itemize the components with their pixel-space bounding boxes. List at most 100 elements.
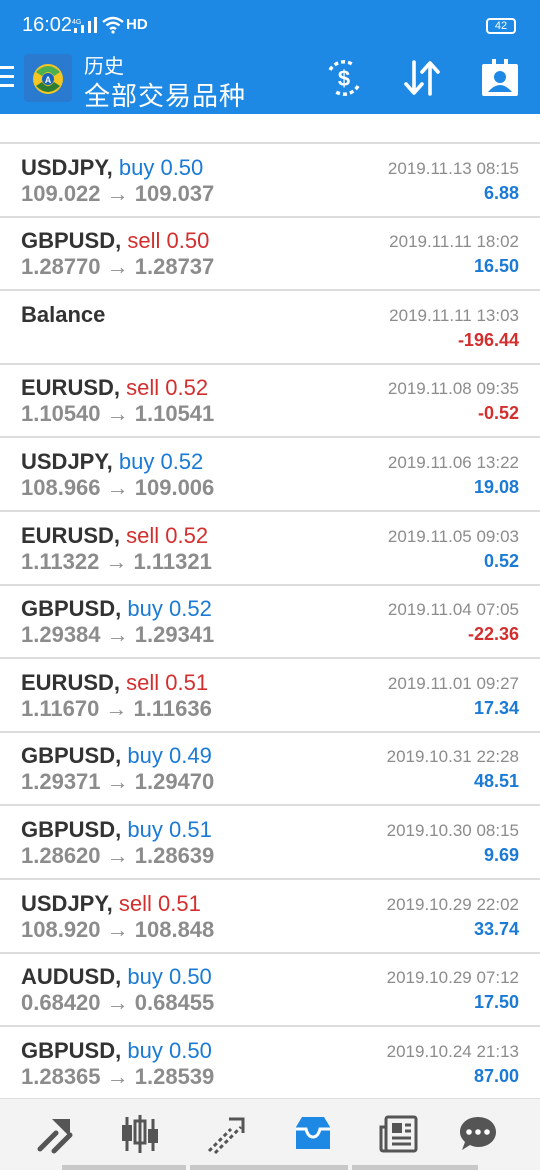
trade-volume: 0.52 [165,522,209,548]
trade-profit: 9.69 [483,845,519,865]
trade-date: 2019.11.11 13:03 [389,305,519,325]
trade-symbol: EURUSD, [21,375,121,401]
trade-icon[interactable] [205,1113,247,1155]
trade-prices: 1.28365 → 1.28539 [21,1063,215,1089]
trade-side: buy [127,596,163,622]
trade-symbol: EURUSD, [21,669,121,695]
trade-row[interactable]: EURUSD, sell 0.52 1.10540 → 1.10541 2019.1… [0,365,540,439]
trade-row[interactable]: GBPUSD, buy 0.49 1.29371 → 1.29470 2019.10… [0,733,540,807]
wifi-icon [102,16,124,34]
trade-volume: 0.51 [165,669,209,695]
news-icon[interactable] [378,1113,420,1155]
trade-side: buy [127,964,163,990]
trade-row[interactable]: USDJPY, buy 0.50 109.022 → 109.037 2019.11… [0,145,540,218]
trade-date: 2019.10.24 21:13 [386,1041,519,1061]
trade-summary: Balance [21,302,105,328]
nav-tab-indicator [62,1165,186,1170]
trade-volume: 0.52 [160,449,204,474]
trade-symbol: USDJPY, [21,449,113,474]
trade-row[interactable]: 0.98929 → 0.9898025.76 [0,114,540,144]
nav-tab-indicator [352,1165,478,1170]
account-icon[interactable] [478,56,522,100]
trade-symbol: AUDUSD, [21,964,122,990]
trade-summary: GBPUSD, buy 0.51 [21,817,212,843]
trade-symbol: EURUSD, [21,522,121,548]
trade-row[interactable]: AUDUSD, buy 0.50 0.68420 → 0.68455 2019.10… [0,954,540,1028]
trade-summary: USDJPY, buy 0.50 [21,155,203,181]
trade-volume: 0.50 [168,964,212,990]
trade-prices: 1.29384 → 1.29341 [21,622,215,648]
trade-date: 2019.10.29 22:02 [386,894,519,914]
trade-history-list[interactable]: 0.98929 → 0.9898025.76USDJPY, buy 0.5010… [0,114,540,1098]
balance-row[interactable]: Balance 2019.11.11 13:03 -196.44 [0,292,540,365]
trade-row[interactable]: EURUSD, sell 0.51 1.11670 → 1.11636 2019.1… [0,660,540,733]
trade-row[interactable]: EURUSD, sell 0.52 1.11322 → 1.11321 2019.1… [0,513,540,586]
trade-volume: 0.50 [166,228,210,254]
quotes-icon[interactable] [34,1113,76,1155]
bottom-navigation [0,1098,540,1170]
trade-date: 2019.11.05 09:03 [387,526,519,546]
trade-summary: GBPUSD, buy 0.49 [21,743,212,769]
trade-profit: -0.52 [477,403,519,424]
trade-side: sell [118,890,152,916]
menu-icon[interactable] [0,63,16,91]
trade-profit: 16.50 [473,256,519,277]
chart-candles-icon[interactable] [119,1113,161,1155]
trade-row[interactable]: GBPUSD, buy 0.50 1.28365 → 1.28539 2019.10… [0,1028,540,1098]
trade-date: 2019.11.13 08:15 [387,158,519,178]
metatrader-logo[interactable]: A [24,54,72,102]
trade-row[interactable]: GBPUSD, buy 0.52 1.29384 → 1.29341 2019.11… [0,586,540,660]
nav-tab-indicator [190,1165,348,1170]
trade-prices: 1.28770 → 1.28737 [21,254,215,280]
trade-symbol: GBPUSD, [21,743,122,769]
trade-prices: 109.022 → 109.037 [21,180,215,206]
trade-symbol: Balance [21,301,106,327]
trade-profit: 0.52 [483,550,519,571]
trade-date: 2019.10.31 22:28 [386,747,519,767]
trade-date: 2019.11.01 09:27 [387,673,519,693]
trade-symbol: GBPUSD, [21,817,122,842]
history-inbox-icon[interactable] [292,1113,334,1155]
trade-row[interactable]: GBPUSD, sell 0.50 1.28770 → 1.28737 2019.1… [0,218,540,292]
trade-symbol: USDJPY, [21,890,113,916]
trade-side: buy [118,449,155,474]
trade-volume: 0.50 [160,154,204,180]
trade-summary: USDJPY, buy 0.52 [21,449,203,475]
trade-profit: -22.36 [467,624,519,645]
svg-text:$: $ [338,66,350,91]
trade-prices: 1.10540 → 1.10541 [21,401,215,427]
status-bar: 16:02 4G HD 42 [0,0,540,44]
trade-date: 2019.10.29 07:12 [386,968,519,988]
trade-row[interactable]: USDJPY, sell 0.51 108.920 → 108.848 2019.1… [0,881,540,954]
trade-volume: 0.51 [168,817,212,842]
trade-volume: 0.52 [168,596,212,622]
sort-icon[interactable] [400,56,444,100]
status-time: 16:02 [22,14,73,36]
trade-side: buy [127,743,163,769]
app-bar: 16:02 4G HD 42 A 历史 全部交易品种 $ [0,0,540,114]
network-type: 4G [72,19,81,26]
trade-side: buy [127,1037,163,1063]
chat-icon[interactable] [457,1113,499,1155]
trade-symbol: GBPUSD, [21,1037,122,1063]
trade-date: 2019.11.04 07:05 [387,600,519,620]
trade-summary: EURUSD, sell 0.52 [21,523,208,549]
trade-row[interactable]: GBPUSD, buy 0.51 1.28620 → 1.28639 2019.10… [0,807,540,880]
trade-prices: 108.920 → 108.848 [21,916,215,942]
currency-exchange-icon[interactable]: $ [322,56,366,100]
trade-profit: 17.34 [473,697,519,718]
trade-prices: 1.29371 → 1.29470 [21,769,215,795]
trade-prices: 1.28620 → 1.28639 [21,843,215,868]
trade-side: sell [126,669,160,695]
symbol-filter[interactable]: 全部交易品种 [84,76,246,113]
trade-prices: 0.68420 → 0.68455 [21,990,215,1016]
trade-row[interactable]: USDJPY, buy 0.52 108.966 → 109.006 2019.11… [0,439,540,512]
trade-volume: 0.50 [168,1037,212,1063]
trade-volume: 0.52 [165,375,209,401]
battery-icon: 42 [486,18,516,34]
trade-profit: 19.08 [473,477,519,497]
trade-prices: 108.966 → 109.006 [21,475,215,500]
trade-profit: 33.74 [473,918,519,939]
trade-summary: GBPUSD, sell 0.50 [21,228,209,254]
trade-volume: 0.49 [168,743,212,769]
